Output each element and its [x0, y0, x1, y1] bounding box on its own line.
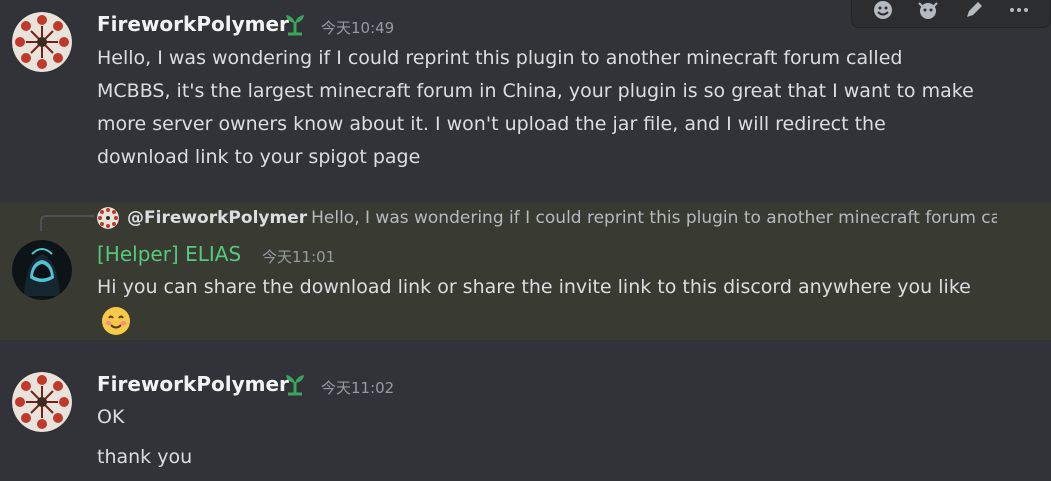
reply-username[interactable]: @FireworkPolymer: [127, 208, 307, 228]
sprout-badge-icon: [281, 10, 309, 38]
add-reaction-icon[interactable]: [868, 0, 898, 23]
message-content: OK: [97, 406, 125, 428]
username[interactable]: FireworkPolymer: [97, 12, 289, 36]
reply-preview-text[interactable]: Hello, I was wondering if I could reprin…: [311, 208, 997, 228]
message-content: Hi you can share the download link or sh…: [97, 271, 997, 337]
message-text: Hi you can share the download link or sh…: [97, 276, 971, 298]
edit-icon[interactable]: [959, 0, 989, 23]
username[interactable]: FireworkPolymer: [97, 372, 289, 396]
sprout-badge-icon: [281, 370, 309, 398]
smiling-face-emoji-icon: [102, 306, 130, 335]
timestamp: 今天11:02: [321, 379, 395, 397]
message-toolbar: [851, 0, 1051, 28]
reply-connector: [40, 215, 94, 231]
super-reaction-icon[interactable]: [913, 0, 943, 23]
username[interactable]: [Helper] ELIAS: [97, 242, 241, 266]
reply-reference[interactable]: @FireworkPolymer Hello, I was wondering i…: [97, 206, 997, 230]
timestamp: 今天10:49: [321, 19, 395, 37]
avatar[interactable]: [12, 372, 72, 432]
avatar[interactable]: [12, 240, 72, 300]
message-content: thank you: [97, 446, 193, 468]
more-icon[interactable]: [1004, 0, 1034, 23]
message-content: Hello, I was wondering if I could reprin…: [97, 47, 974, 168]
timestamp: 今天11:01: [262, 248, 336, 266]
avatar[interactable]: [12, 12, 72, 72]
